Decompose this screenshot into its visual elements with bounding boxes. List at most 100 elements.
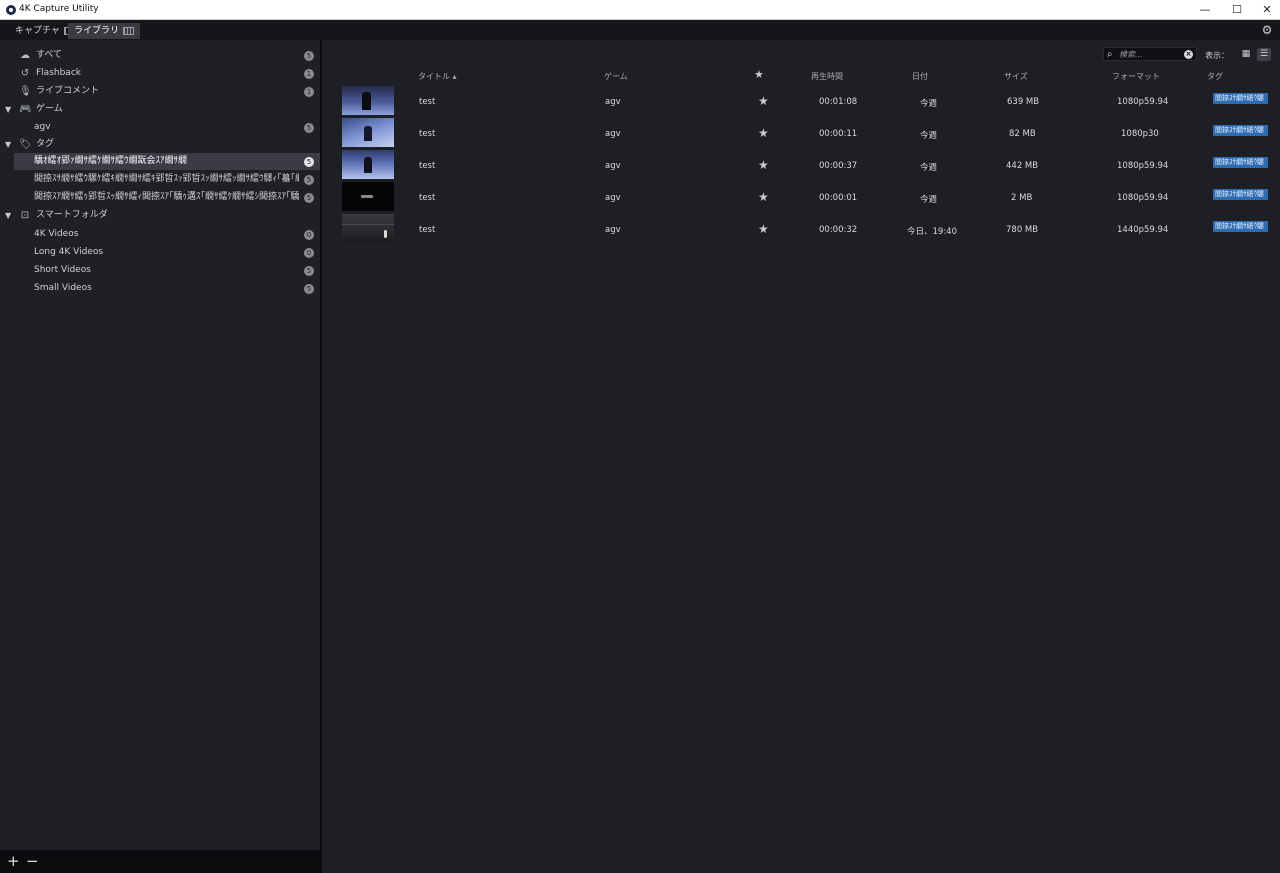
sidebar-item-tag-2[interactable]: 閭捺ｽｻ繝ｻ繧ｳ騾ｹ繧ｷ繝ｻ繝ｻ繧ｷ郢晢ｽｯ郢晢ｽｯ繝ｻ繧ｯ繝ｻ繧ｳ驛ｨ｢蟇｢繝… [0, 171, 320, 188]
sidebar-item-tag-3[interactable]: 閭捺ｽｱ繝ｻ繧ｩ郢晢ｽｯ繝ｻ繧ｨ閭捺ｽｱ｢驕ｩ遘ｽ｢繝ｻ繧ｹ繝ｻ繧ｼ閭捺ｽｱ｢驕… [0, 189, 320, 206]
row-duration: 00:00:37 [819, 161, 858, 171]
grid-view-button[interactable]: ▦ [1239, 48, 1253, 61]
sidebar-item-flashback[interactable]: ↺ Flashback 1 [0, 65, 320, 82]
sidebar-item-all[interactable]: ☁ すべて 5 [0, 47, 320, 64]
sidebar-item-label: Long 4K Videos [34, 247, 104, 257]
sidebar-item-live-comment[interactable]: 🎙 ライブコメント 1 [0, 83, 320, 100]
column-tag[interactable]: タグ [1207, 71, 1223, 82]
sidebar-item-label: すべて [36, 50, 63, 60]
column-size[interactable]: サイズ [1004, 71, 1028, 82]
column-format[interactable]: フォーマット [1112, 71, 1160, 82]
sidebar-item-long-4k-videos[interactable]: Long 4K Videos 0 [0, 244, 320, 261]
sidebar-group-label: ゲーム [36, 104, 63, 114]
count-badge: 5 [304, 123, 314, 133]
sidebar-item-label: Short Videos [34, 265, 91, 275]
sidebar-group-tags[interactable]: ▼ 🏷 タグ [0, 136, 320, 153]
row-size: 442 MB [1006, 161, 1039, 171]
tab-library[interactable]: ライブラリ [68, 23, 141, 39]
maximize-button[interactable]: ☐ [1221, 1, 1253, 18]
tag-icon: 🏷 [19, 139, 32, 150]
column-title[interactable]: タイトル ▴ [418, 71, 457, 82]
row-date: 今週 [920, 99, 938, 109]
sidebar-item-short-videos[interactable]: Short Videos 5 [0, 262, 320, 279]
table-row[interactable]: test agv ★ 00:00:01 今週 2 MB 1080p59.94 閭… [322, 182, 1280, 214]
row-title: test [419, 193, 436, 203]
sidebar-item-4k-videos[interactable]: 4K Videos 0 [0, 226, 320, 243]
row-game: agv [605, 225, 621, 235]
library-main: ⌕ × 表示： ▦ ☰ タイトル ▴ ゲーム ★ 再生時間 日付 サイズ フォー… [322, 40, 1280, 873]
collapse-caret-icon[interactable]: ▼ [5, 207, 11, 224]
list-view-button[interactable]: ☰ [1257, 48, 1271, 61]
sidebar-group-label: タグ [36, 139, 55, 149]
column-favorite-star-icon[interactable]: ★ [754, 68, 764, 81]
sidebar-item-game-agv[interactable]: agv 5 [0, 119, 320, 136]
row-duration: 00:00:32 [819, 225, 858, 235]
add-button[interactable]: + [7, 852, 20, 870]
remove-button[interactable]: − [26, 852, 39, 870]
row-date: 今週 [920, 131, 938, 141]
window-titlebar: 4K Capture Utility — ☐ ✕ [0, 0, 1280, 20]
row-title: test [419, 129, 436, 139]
row-size: 2 MB [1011, 193, 1033, 203]
table-row[interactable]: test agv ★ 00:00:32 今日、19:40 780 MB 1440… [322, 214, 1280, 246]
search-icon: ⌕ [1107, 49, 1113, 60]
collapse-caret-icon[interactable]: ▼ [5, 101, 11, 118]
count-badge: 5 [304, 266, 314, 276]
close-window-button[interactable]: ✕ [1251, 1, 1280, 18]
video-thumbnail [342, 86, 394, 115]
column-duration[interactable]: 再生時間 [811, 71, 843, 82]
tag-badge[interactable]: 閭捺ｽｻ繝ｻ繧ｳ騾 [1213, 125, 1268, 136]
table-row[interactable]: test agv ★ 00:01:08 今週 639 MB 1080p59.94… [322, 86, 1280, 118]
favorite-star-icon[interactable]: ★ [758, 158, 769, 172]
table-row[interactable]: test agv ★ 00:00:37 今週 442 MB 1080p59.94… [322, 150, 1280, 182]
row-duration: 00:01:08 [819, 97, 858, 107]
collapse-caret-icon[interactable]: ▼ [5, 136, 11, 153]
sidebar-bottom-bar: + − [0, 850, 320, 873]
sidebar-item-tag-1[interactable]: 驕ｵ繧ｵ郢ｧ繝ｻ繧ｹ繝ｻ繧ｳ繝翫会ｽｱ繝ｻ繝 5 [14, 153, 320, 170]
minimize-button[interactable]: — [1189, 1, 1221, 18]
tag-badge[interactable]: 閭捺ｽｻ繝ｻ繧ｳ騾 [1213, 221, 1268, 232]
settings-gear-icon[interactable]: ⚙ [1260, 23, 1274, 37]
sidebar-group-smart-folders[interactable]: ▼ ⊡ スマートフォルダ [0, 207, 320, 224]
video-thumbnail [342, 150, 394, 179]
favorite-star-icon[interactable]: ★ [758, 222, 769, 236]
row-size: 639 MB [1007, 97, 1040, 107]
count-badge: 0 [304, 248, 314, 258]
sidebar-group-label: スマートフォルダ [36, 210, 108, 220]
row-title: test [419, 161, 436, 171]
gamepad-icon: 🎮 [19, 104, 32, 115]
row-date: 今週 [920, 195, 938, 205]
table-row[interactable]: test agv ★ 00:00:11 今週 82 MB 1080p30 閭捺ｽ… [322, 118, 1280, 150]
tag-badge[interactable]: 閭捺ｽｻ繝ｻ繧ｳ騾 [1213, 93, 1268, 104]
tag-badge[interactable]: 閭捺ｽｻ繝ｻ繧ｳ騾 [1213, 189, 1268, 200]
favorite-star-icon[interactable]: ★ [758, 190, 769, 204]
sidebar-group-games[interactable]: ▼ 🎮 ゲーム [0, 101, 320, 118]
clear-search-icon[interactable]: × [1184, 50, 1193, 59]
row-game: agv [605, 161, 621, 171]
row-game: agv [605, 129, 621, 139]
sidebar-item-label: Small Videos [34, 283, 92, 293]
favorite-star-icon[interactable]: ★ [758, 94, 769, 108]
row-game: agv [605, 97, 621, 107]
count-badge: 5 [304, 157, 314, 167]
sidebar-item-label: 4K Videos [34, 229, 79, 239]
sidebar-item-small-videos[interactable]: Small Videos 5 [0, 280, 320, 297]
favorite-star-icon[interactable]: ★ [758, 126, 769, 140]
smart-folder-icon: ⊡ [20, 210, 30, 221]
search-input[interactable] [1119, 49, 1181, 60]
column-date[interactable]: 日付 [912, 71, 928, 82]
cloud-icon: ☁ [20, 50, 30, 61]
search-box[interactable]: ⌕ × [1103, 47, 1197, 61]
tab-library-label: ライブラリ [74, 26, 120, 36]
sidebar-item-label: agv [34, 122, 51, 132]
row-format: 1080p30 [1121, 129, 1159, 139]
column-game[interactable]: ゲーム [604, 71, 628, 82]
row-format: 1440p59.94 [1117, 225, 1169, 235]
sidebar-item-label: 閭捺ｽｻ繝ｻ繧ｳ騾ｹ繧ｷ繝ｻ繝ｻ繧ｷ郢晢ｽｯ郢晢ｽｯ繝ｻ繧ｯ繝ｻ繧ｳ驛ｨ｢蟇｢繝… [34, 174, 299, 184]
tag-badge[interactable]: 閭捺ｽｻ繝ｻ繧ｳ騾 [1213, 157, 1268, 168]
count-badge: 1 [304, 69, 314, 79]
row-game: agv [605, 193, 621, 203]
main-tab-bar: キャプチャ ライブラリ ⚙ [0, 20, 1280, 40]
row-size: 82 MB [1009, 129, 1036, 139]
row-title: test [419, 97, 436, 107]
